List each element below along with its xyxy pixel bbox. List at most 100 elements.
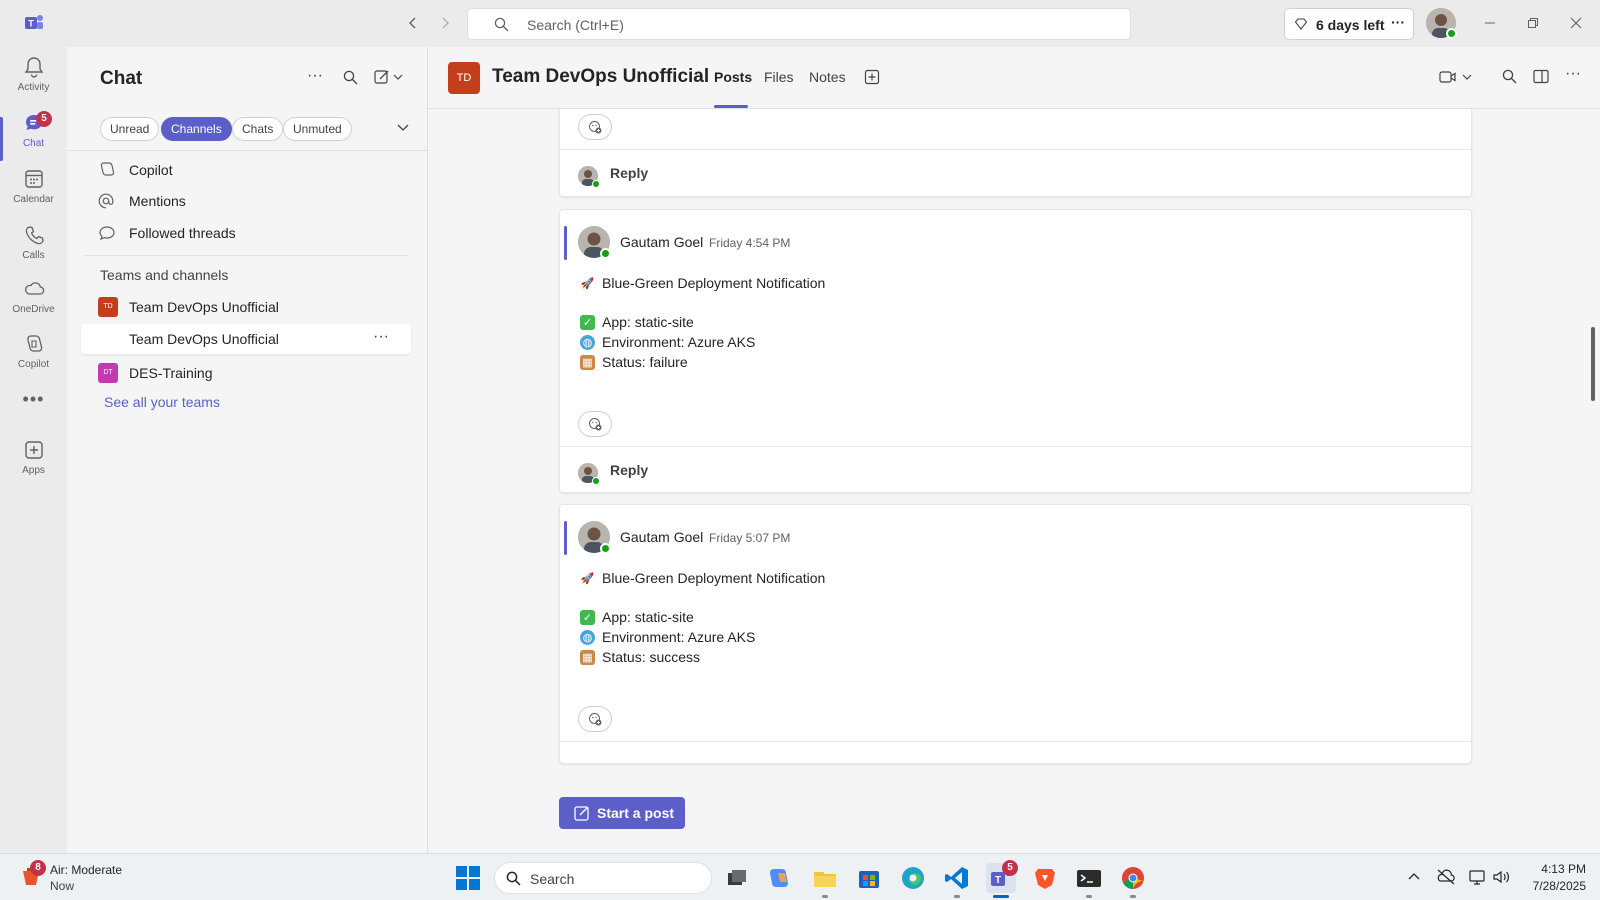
vscode-icon[interactable] bbox=[942, 863, 972, 893]
pane-title: Chat bbox=[100, 68, 143, 89]
volume-icon[interactable] bbox=[1492, 868, 1510, 886]
filter-unread[interactable]: Unread bbox=[100, 117, 160, 141]
header-more-icon[interactable]: ··· bbox=[1565, 65, 1581, 83]
restore-icon[interactable] bbox=[1522, 12, 1544, 34]
rail-label: Calendar bbox=[13, 194, 54, 205]
weather-title[interactable]: Air: Moderate bbox=[50, 863, 122, 877]
close-icon[interactable] bbox=[1565, 12, 1587, 34]
filter-unmuted[interactable]: Unmuted bbox=[283, 117, 352, 141]
svg-text:T: T bbox=[995, 875, 1001, 886]
channel-more-icon[interactable]: ··· bbox=[373, 328, 389, 346]
check-mark-icon: ✓ bbox=[580, 609, 595, 625]
tab-files[interactable]: Files bbox=[764, 69, 794, 85]
brave-icon[interactable] bbox=[1030, 863, 1060, 893]
search-in-channel-icon[interactable] bbox=[1502, 69, 1517, 84]
nav-copilot[interactable]: Copilot bbox=[81, 155, 411, 185]
channel-row-selected[interactable]: Team DevOps Unofficial ··· bbox=[81, 324, 411, 354]
copilot-icon bbox=[98, 162, 116, 178]
reply-row[interactable]: Reply bbox=[560, 149, 1473, 197]
taskbar-search[interactable]: Search bbox=[494, 862, 712, 894]
post-card: Gautam Goel Friday 5:07 PM 🚀 Blue-Green D… bbox=[559, 504, 1473, 764]
teams-badge: 5 bbox=[1002, 860, 1018, 876]
add-reaction-icon[interactable] bbox=[578, 114, 612, 140]
weather-sub: Now bbox=[50, 879, 75, 893]
presence-available-icon bbox=[592, 477, 600, 485]
reply-label: Reply bbox=[610, 462, 649, 478]
add-reaction-icon[interactable] bbox=[578, 411, 612, 437]
message-text: App: static-site bbox=[602, 609, 694, 625]
calendar-icon bbox=[0, 167, 67, 191]
rail-calendar[interactable]: Calendar bbox=[0, 167, 67, 223]
filter-search-icon[interactable] bbox=[343, 70, 358, 85]
rail-chat[interactable]: Chat 5 bbox=[0, 111, 67, 167]
tab-notes[interactable]: Notes bbox=[809, 69, 846, 85]
running-indicator bbox=[1130, 895, 1136, 898]
rail-calls[interactable]: Calls bbox=[0, 223, 67, 279]
message-text: App: static-site bbox=[602, 314, 694, 330]
start-post-button[interactable]: Start a post bbox=[559, 797, 685, 829]
new-chat-icon[interactable] bbox=[374, 69, 404, 85]
nav-mentions[interactable]: Mentions bbox=[81, 186, 411, 216]
filter-channels[interactable]: Channels bbox=[161, 117, 232, 141]
author-name[interactable]: Gautam Goel bbox=[620, 234, 703, 250]
network-icon[interactable] bbox=[1468, 868, 1486, 886]
chrome-icon[interactable] bbox=[1118, 863, 1148, 893]
terminal-icon[interactable] bbox=[1074, 863, 1104, 893]
windows-start-icon[interactable] bbox=[456, 866, 480, 890]
at-icon bbox=[98, 193, 114, 209]
chevron-up-icon[interactable] bbox=[1408, 872, 1420, 880]
post-timestamp: Friday 5:07 PM bbox=[709, 531, 791, 545]
forward-icon[interactable] bbox=[434, 12, 456, 34]
back-icon[interactable] bbox=[402, 12, 424, 34]
rail-label: Copilot bbox=[17, 359, 50, 370]
more-apps-icon[interactable]: ••• bbox=[0, 390, 67, 416]
clock-time[interactable]: 4:13 PM bbox=[1528, 862, 1586, 876]
more-options-icon[interactable]: ··· bbox=[307, 67, 323, 85]
search-placeholder: Search (Ctrl+E) bbox=[527, 17, 624, 33]
team-row-devops[interactable]: TD Team DevOps Unofficial bbox=[81, 292, 411, 322]
nav-followed-threads[interactable]: Followed threads bbox=[81, 218, 411, 248]
search-icon bbox=[506, 871, 521, 886]
chevron-down-icon[interactable] bbox=[397, 124, 409, 132]
reply-row[interactable]: Reply bbox=[560, 446, 1473, 494]
team-name: DES-Training bbox=[129, 365, 213, 381]
team-row-des-training[interactable]: DT DES-Training bbox=[81, 358, 411, 388]
post-timestamp: Friday 4:54 PM bbox=[709, 236, 791, 250]
trial-button[interactable]: 6 days left ··· bbox=[1284, 8, 1414, 40]
clock-date[interactable]: 7/28/2025 bbox=[1516, 879, 1586, 893]
onedrive-offline-icon[interactable] bbox=[1436, 868, 1456, 886]
tab-posts[interactable]: Posts bbox=[714, 69, 752, 85]
presence-available-icon bbox=[600, 543, 611, 554]
video-call-icon[interactable] bbox=[1439, 70, 1473, 84]
running-indicator bbox=[822, 895, 828, 898]
copilot-icon bbox=[0, 332, 67, 356]
app-rail: Activity Chat 5 Calendar Calls OneDrive … bbox=[0, 47, 67, 853]
rail-apps[interactable]: Apps bbox=[0, 438, 67, 494]
search-input[interactable]: Search (Ctrl+E) bbox=[467, 8, 1131, 40]
edge-icon[interactable] bbox=[898, 863, 928, 893]
rail-activity[interactable]: Activity bbox=[0, 55, 67, 111]
message-line: ◍ Environment: Azure AKS bbox=[580, 334, 755, 350]
unread-accent-bar bbox=[564, 521, 567, 555]
scrollbar-thumb[interactable] bbox=[1591, 327, 1595, 401]
file-explorer-icon[interactable] bbox=[810, 863, 840, 893]
followed-threads-icon bbox=[98, 225, 116, 241]
rail-copilot[interactable]: Copilot bbox=[0, 332, 67, 388]
taskbar-search-label: Search bbox=[530, 871, 575, 887]
more-icon[interactable]: ··· bbox=[1391, 14, 1405, 30]
filter-chats[interactable]: Chats bbox=[232, 117, 284, 141]
add-reaction-icon[interactable] bbox=[578, 706, 612, 732]
author-name[interactable]: Gautam Goel bbox=[620, 529, 703, 545]
copilot-app-icon[interactable] bbox=[766, 863, 796, 893]
presence-available-icon bbox=[600, 248, 611, 259]
message-title: 🚀 Blue-Green Deployment Notification bbox=[580, 275, 826, 291]
open-pane-icon[interactable] bbox=[1533, 69, 1549, 84]
see-all-teams-link[interactable]: See all your teams bbox=[104, 394, 220, 410]
section-heading: Teams and channels bbox=[100, 267, 229, 283]
minimize-icon[interactable] bbox=[1479, 12, 1501, 34]
store-icon[interactable] bbox=[854, 863, 884, 893]
rail-onedrive[interactable]: OneDrive bbox=[0, 277, 67, 333]
rocket-icon: 🚀 bbox=[580, 277, 595, 290]
add-tab-icon[interactable] bbox=[864, 69, 880, 85]
task-view-icon[interactable] bbox=[722, 863, 752, 893]
